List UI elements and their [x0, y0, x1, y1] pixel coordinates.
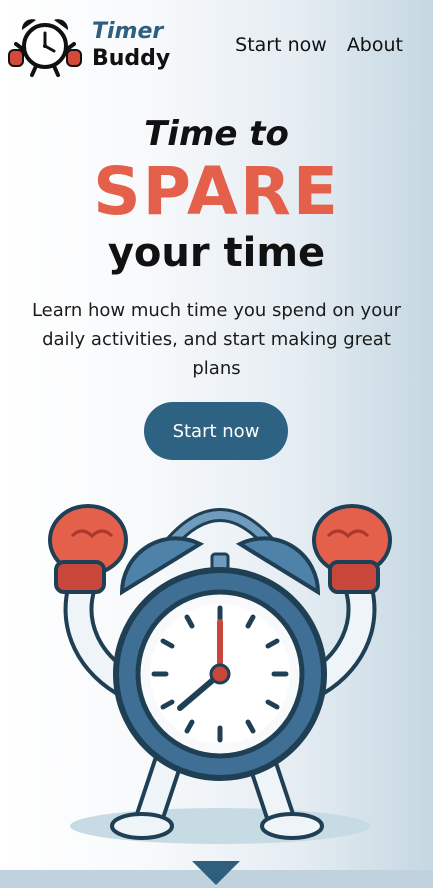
nav: Start now About — [235, 34, 403, 56]
brand-name[interactable]: Timer Buddy — [92, 18, 170, 72]
nav-start-now[interactable]: Start now — [235, 34, 327, 56]
hero-line1: Time to — [144, 114, 289, 154]
brand-line1: Timer — [92, 19, 164, 44]
start-now-button[interactable]: Start now — [144, 402, 288, 460]
hero-heading: Time to SPARE your time — [0, 112, 433, 278]
nav-about[interactable]: About — [347, 34, 403, 56]
hero-line2: SPARE — [93, 153, 340, 230]
boxing-alarm-clock-icon — [30, 496, 403, 856]
down-arrow-icon[interactable] — [192, 861, 240, 885]
logo-icon[interactable] — [8, 14, 82, 78]
header: Timer Buddy Start now About — [0, 0, 433, 92]
brand-line2: Buddy — [92, 46, 171, 71]
hero-description: Learn how much time you spend on your da… — [31, 300, 402, 379]
hero-line3: your time — [107, 230, 326, 276]
